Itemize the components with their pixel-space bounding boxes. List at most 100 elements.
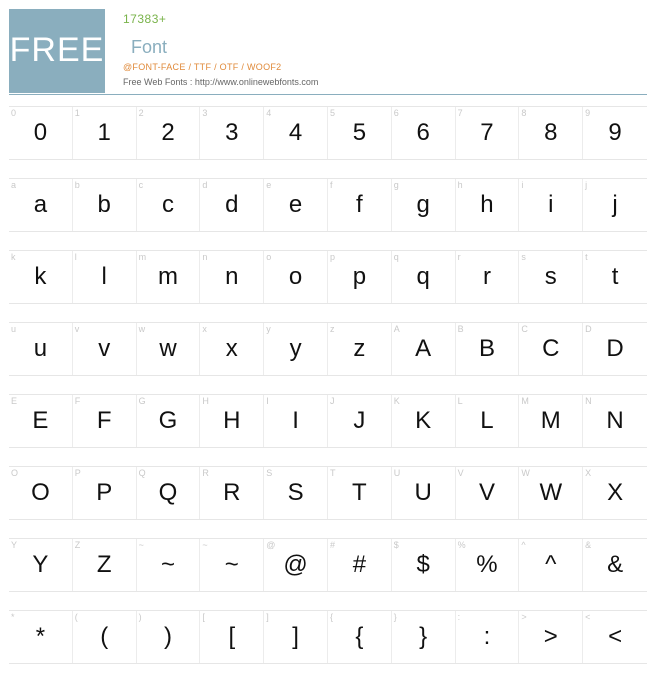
glyph-label: 3 bbox=[202, 108, 208, 118]
glyph-row: kkllmmnnooppqqrrsstt bbox=[9, 250, 647, 304]
glyph-label: j bbox=[585, 180, 588, 190]
glyph-cell: TT bbox=[328, 467, 392, 519]
glyph-label: S bbox=[266, 468, 273, 478]
credit-link[interactable]: Free Web Fonts : http://www.onlinewebfon… bbox=[123, 77, 318, 87]
glyph-cell: ww bbox=[137, 323, 201, 375]
glyph-label: & bbox=[585, 540, 592, 550]
glyph-label: z bbox=[329, 324, 335, 334]
glyph-cell: tt bbox=[583, 251, 647, 303]
glyph-sample: t bbox=[611, 263, 619, 290]
glyph-label: n bbox=[202, 252, 208, 262]
glyph-label: w bbox=[138, 324, 146, 334]
glyph-label: 7 bbox=[457, 108, 463, 118]
glyph-label: b bbox=[74, 180, 80, 190]
glyph-label: } bbox=[393, 612, 397, 622]
glyph-sample: 2 bbox=[161, 119, 175, 146]
font-header: FREE 17383+ Font @FONT-FACE / TTF / OTF … bbox=[0, 0, 647, 96]
glyph-sample: r bbox=[482, 263, 491, 290]
glyph-label: m bbox=[138, 252, 147, 262]
glyph-sample: Z bbox=[96, 551, 112, 578]
glyph-sample: 9 bbox=[608, 119, 622, 146]
glyph-cell: }} bbox=[392, 611, 456, 663]
glyph-sample: < bbox=[608, 623, 623, 650]
glyph-sample: y bbox=[289, 335, 302, 362]
glyph-cell: QQ bbox=[137, 467, 201, 519]
glyph-label: t bbox=[585, 252, 588, 262]
glyph-cell: XX bbox=[583, 467, 647, 519]
glyph-cell: hh bbox=[456, 179, 520, 231]
glyph-sample: 3 bbox=[225, 119, 239, 146]
glyph-label: 5 bbox=[329, 108, 335, 118]
glyph-sample: s bbox=[544, 263, 557, 290]
glyph-sample: > bbox=[543, 623, 558, 650]
glyph-sample: V bbox=[478, 479, 495, 506]
glyph-cell: MM bbox=[519, 395, 584, 447]
glyph-sample: E bbox=[32, 407, 49, 434]
header-divider bbox=[9, 94, 647, 95]
glyph-label: R bbox=[202, 468, 209, 478]
glyph-label: X bbox=[585, 468, 592, 478]
glyph-row: 00112233445566778899 bbox=[9, 106, 647, 160]
glyph-cell: FF bbox=[73, 395, 137, 447]
glyph-label: G bbox=[138, 396, 146, 406]
glyph-sample: H bbox=[223, 407, 241, 434]
free-logo[interactable]: FREE bbox=[9, 9, 105, 93]
glyph-cell: > > bbox=[519, 611, 584, 663]
glyph-cell: {{ bbox=[328, 611, 392, 663]
glyph-sample: * bbox=[35, 623, 46, 650]
glyph-cell: bb bbox=[73, 179, 137, 231]
glyph-sample: & bbox=[607, 551, 624, 578]
glyph-label: ] bbox=[266, 612, 269, 622]
glyph-cell: dd bbox=[200, 179, 265, 231]
glyph-label: D bbox=[585, 324, 592, 334]
glyph-cell: ~ ~ bbox=[137, 539, 201, 591]
glyph-sample: o bbox=[288, 263, 303, 290]
glyph-label: F bbox=[74, 396, 81, 406]
glyph-cell: (( bbox=[73, 611, 137, 663]
glyph-sample: U bbox=[414, 479, 432, 506]
glyph-label: L bbox=[457, 396, 463, 406]
glyph-cell: ss bbox=[519, 251, 584, 303]
glyph-cell: # # bbox=[328, 539, 392, 591]
glyph-label: 6 bbox=[393, 108, 399, 118]
glyph-sample: a bbox=[33, 191, 48, 218]
glyph-cell: II bbox=[264, 395, 328, 447]
glyph-cell: RR bbox=[200, 467, 265, 519]
glyph-label: 8 bbox=[521, 108, 527, 118]
glyph-label: c bbox=[138, 180, 144, 190]
glyph-cell: AA bbox=[392, 323, 456, 375]
glyph-label: O bbox=[11, 468, 19, 478]
glyph-row: uuvvwwxxyyzzAABBCCDD bbox=[9, 322, 647, 376]
glyph-cell: JJ bbox=[328, 395, 392, 447]
glyph-label: P bbox=[74, 468, 81, 478]
glyph-label: r bbox=[457, 252, 461, 262]
glyph-label: < bbox=[585, 612, 591, 622]
font-id: 17383+ bbox=[123, 12, 167, 26]
glyph-sample: { bbox=[355, 623, 364, 650]
glyph-sample: b bbox=[97, 191, 111, 218]
logo-text: FREE bbox=[9, 31, 105, 69]
glyph-cell: HH bbox=[200, 395, 265, 447]
glyph-sample: : bbox=[483, 623, 491, 650]
font-formats: @FONT-FACE / TTF / OTF / WOOF2 bbox=[123, 62, 282, 72]
glyph-label: Z bbox=[74, 540, 81, 550]
glyph-sample: n bbox=[225, 263, 239, 290]
glyph-label: d bbox=[202, 180, 208, 190]
glyph-label: W bbox=[521, 468, 530, 478]
glyph-sample: m bbox=[157, 263, 178, 290]
glyph-label: 1 bbox=[74, 108, 80, 118]
glyph-label: * bbox=[11, 612, 15, 622]
glyph-sample: u bbox=[33, 335, 48, 362]
glyph-label: l bbox=[74, 252, 77, 262]
glyph-sample: x bbox=[225, 335, 238, 362]
glyph-label: J bbox=[329, 396, 335, 406]
glyph-label: h bbox=[457, 180, 463, 190]
glyph-cell: DD bbox=[583, 323, 647, 375]
glyph-cell: EE bbox=[9, 395, 73, 447]
glyph-cell: :: bbox=[456, 611, 520, 663]
glyph-cell: OO bbox=[9, 467, 73, 519]
glyph-label: @ bbox=[266, 540, 276, 550]
glyph-sample: 7 bbox=[480, 119, 494, 146]
glyph-label: g bbox=[393, 180, 399, 190]
glyph-label: ( bbox=[74, 612, 78, 622]
